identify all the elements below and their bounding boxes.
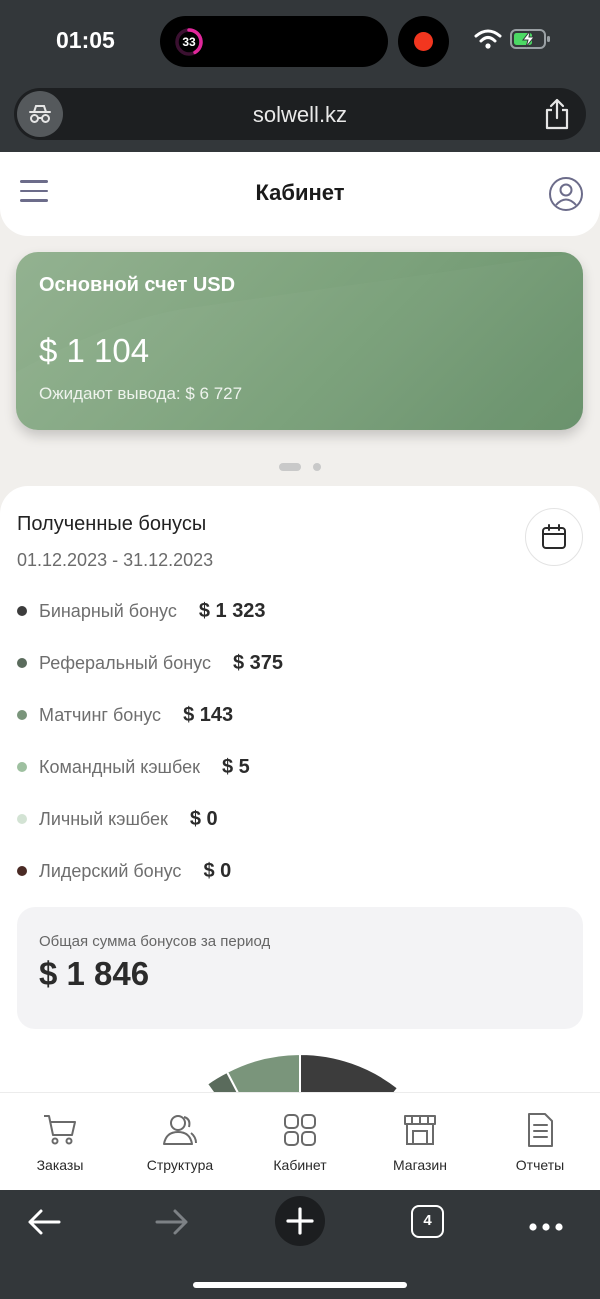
battery-icon — [510, 28, 552, 55]
pager-dot-active[interactable] — [279, 463, 301, 471]
calendar-button[interactable] — [525, 508, 583, 566]
users-icon — [163, 1115, 197, 1145]
nav-label: Отчеты — [515, 1157, 565, 1173]
document-icon — [528, 1113, 553, 1147]
bonus-dot — [17, 866, 27, 876]
page-content: Кабинет Основной счет USD $ 1 104 Ожидаю… — [0, 152, 600, 1092]
nav-structure[interactable]: Структура — [120, 1093, 240, 1191]
bonus-row-binary: Бинарный бонус $ 1 323 — [17, 598, 266, 624]
nav-label: Заказы — [36, 1157, 84, 1173]
account-card[interactable]: Основной счет USD $ 1 104 Ожидают вывода… — [16, 252, 583, 430]
wifi-icon — [474, 28, 502, 55]
bonus-value: $ 5 — [221, 755, 250, 778]
nav-cabinet[interactable]: Кабинет — [240, 1093, 360, 1191]
record-dot-icon — [414, 32, 433, 51]
bonus-dot — [17, 710, 27, 720]
bonus-dot — [17, 814, 27, 824]
bonus-row-personal-cashback: Личный кэшбек $ 0 — [17, 806, 218, 832]
browser-toolbar: 4 — [0, 1190, 600, 1299]
pie-slice-referral — [225, 1052, 301, 1092]
more-options-icon[interactable] — [528, 1219, 564, 1237]
recording-indicator[interactable] — [398, 16, 449, 67]
bonus-label: Реферальный бонус — [39, 652, 211, 673]
share-icon[interactable] — [542, 98, 572, 130]
bonuses-pie-chart — [205, 1052, 400, 1092]
back-arrow-icon[interactable] — [26, 1207, 62, 1242]
browser-address-area: solwell.kz — [0, 84, 600, 152]
total-label: Общая сумма бонусов за период — [39, 933, 271, 950]
store-icon — [404, 1115, 436, 1145]
bonuses-period: 01.12.2023 - 31.12.2023 — [17, 550, 214, 570]
url-text[interactable]: solwell.kz — [14, 102, 586, 128]
bonuses-title: Полученные бонусы — [17, 513, 207, 535]
calendar-icon — [542, 524, 566, 549]
account-title: Основной счет USD — [39, 274, 236, 296]
bonus-row-team-cashback: Командный кэшбек $ 5 — [17, 754, 250, 780]
bonus-row-referral: Реферальный бонус $ 375 — [17, 650, 283, 676]
nav-label: Структура — [146, 1157, 214, 1173]
app-header: Кабинет — [0, 152, 600, 236]
bonus-label: Личный кэшбек — [39, 808, 168, 829]
bonus-label: Командный кэшбек — [39, 756, 200, 777]
bonus-value: $ 0 — [189, 807, 218, 830]
dynamic-island[interactable]: 33 — [160, 16, 388, 67]
nav-orders[interactable]: Заказы — [0, 1093, 120, 1191]
forward-arrow-icon[interactable] — [154, 1207, 190, 1242]
bonus-value: $ 143 — [183, 703, 234, 726]
nav-label: Кабинет — [273, 1157, 327, 1173]
home-indicator[interactable] — [193, 1282, 407, 1288]
pager-dot[interactable] — [313, 463, 321, 471]
total-value: $ 1 846 — [39, 955, 150, 992]
bonus-dot — [17, 658, 27, 668]
bonus-row-matching: Матчинг бонус $ 143 — [17, 702, 233, 728]
profile-icon[interactable] — [548, 176, 584, 212]
nav-label: Магазин — [392, 1157, 447, 1173]
bonus-label: Матчинг бонус — [39, 704, 162, 725]
bonus-label: Лидерский бонус — [39, 860, 182, 881]
bonus-dot — [17, 762, 27, 772]
bonus-value: $ 375 — [232, 651, 284, 674]
bonus-row-leader: Лидерский бонус $ 0 — [17, 858, 231, 884]
activity-count: 33 — [182, 35, 196, 49]
plus-icon — [286, 1207, 314, 1235]
status-bar: 01:05 33 — [0, 0, 600, 84]
bonuses-panel: Полученные бонусы 01.12.2023 - 31.12.202… — [0, 486, 600, 1092]
bonus-label: Бинарный бонус — [39, 600, 177, 621]
account-balance: $ 1 104 — [39, 332, 150, 369]
bonuses-total-box: Общая сумма бонусов за период $ 1 846 — [17, 907, 583, 1029]
new-tab-button[interactable] — [275, 1196, 325, 1246]
pie-slice-binary — [299, 1052, 400, 1092]
activity-ring-icon: 33 — [174, 27, 204, 57]
status-time: 01:05 — [56, 27, 115, 53]
grid-icon — [284, 1114, 316, 1146]
pending-withdrawal: Ожидают вывода: $ 6 727 — [39, 384, 243, 403]
page-title: Кабинет — [255, 180, 345, 205]
cart-icon — [44, 1115, 76, 1145]
nav-shop[interactable]: Магазин — [360, 1093, 480, 1191]
bonus-value: $ 0 — [203, 859, 232, 882]
bottom-navigation: Заказы Структура Кабинет Магазин Отчеты — [0, 1092, 600, 1190]
tabs-button[interactable]: 4 — [411, 1205, 444, 1238]
bonus-value: $ 1 323 — [198, 599, 266, 622]
address-bar[interactable]: solwell.kz — [14, 88, 586, 140]
bonus-dot — [17, 606, 27, 616]
nav-reports[interactable]: Отчеты — [480, 1093, 600, 1191]
